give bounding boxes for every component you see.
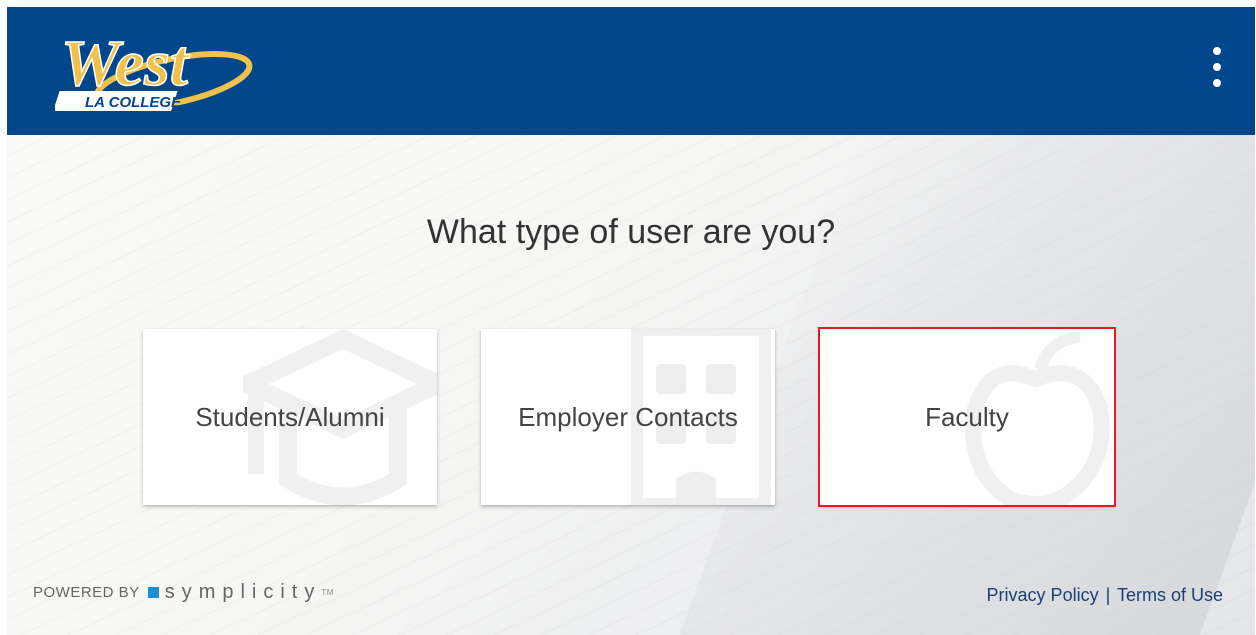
link-separator: | bbox=[1105, 585, 1111, 605]
logo-subtext: LA COLLEGE bbox=[85, 94, 182, 111]
footer-links: Privacy Policy | Terms of Use bbox=[987, 585, 1223, 606]
menu-dot bbox=[1213, 47, 1221, 55]
card-label: Faculty bbox=[925, 401, 1009, 432]
powered-by-symplicity[interactable]: POWERED BY symplicity TM bbox=[33, 581, 334, 604]
employer-contacts-card[interactable]: Employer Contacts bbox=[481, 329, 775, 505]
symplicity-brand: symplicity bbox=[164, 581, 322, 603]
terms-of-use-link[interactable]: Terms of Use bbox=[1117, 585, 1223, 605]
west-la-college-logo[interactable]: West LA COLLEGE bbox=[53, 19, 255, 119]
faculty-card[interactable]: Faculty bbox=[818, 327, 1116, 507]
trademark-mark: TM bbox=[321, 588, 334, 597]
students-alumni-card[interactable]: Students/Alumni bbox=[143, 329, 437, 505]
card-label: Students/Alumni bbox=[195, 401, 385, 432]
menu-dot bbox=[1213, 63, 1221, 71]
symplicity-square-icon bbox=[147, 587, 159, 598]
powered-by-label: POWERED BY bbox=[33, 584, 140, 601]
logo-graphic: West LA COLLEGE bbox=[53, 26, 253, 111]
privacy-policy-link[interactable]: Privacy Policy bbox=[987, 585, 1099, 605]
page-title: What type of user are you? bbox=[426, 213, 836, 251]
logo-text: West bbox=[61, 27, 190, 100]
card-label: Employer Contacts bbox=[518, 401, 738, 432]
menu-dot bbox=[1213, 79, 1221, 87]
header-bar: West LA COLLEGE bbox=[7, 7, 1255, 135]
more-vertical-icon[interactable] bbox=[1207, 47, 1227, 87]
page: West LA COLLEGE What type of user are yo… bbox=[7, 7, 1255, 635]
